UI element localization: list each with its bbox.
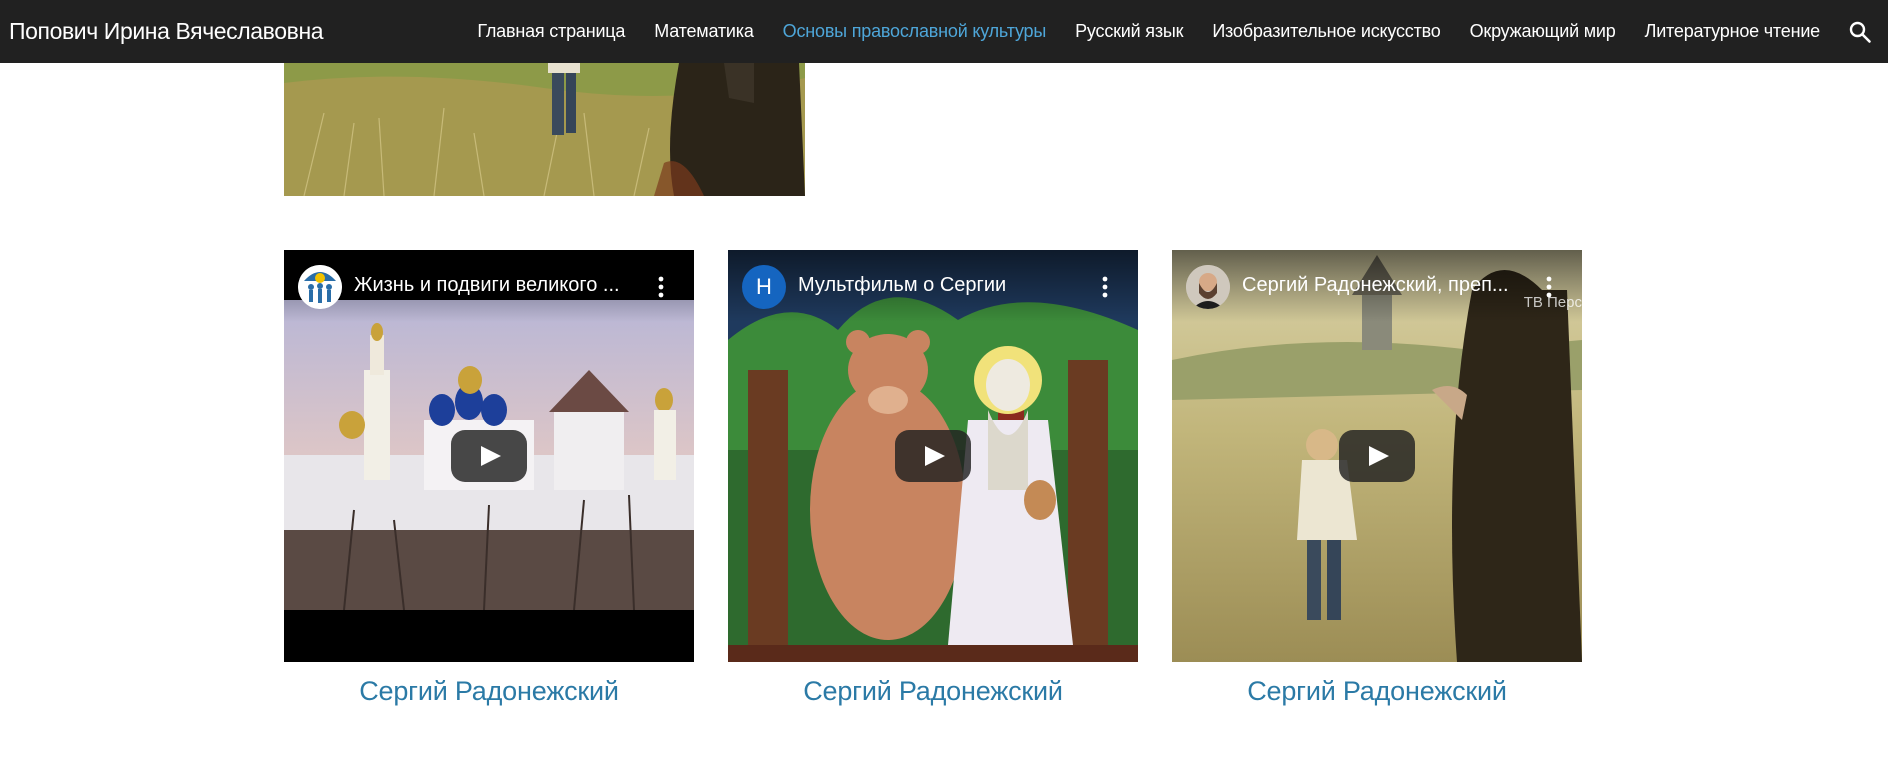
play-button-1[interactable] <box>451 430 527 482</box>
channel-avatar-2[interactable]: Н <box>742 265 786 309</box>
nav-item-home[interactable]: Главная страница <box>477 21 625 42</box>
play-icon <box>481 446 501 466</box>
more-options-icon[interactable] <box>1102 276 1108 298</box>
video-title-3[interactable]: Сергий Радонежский, преп... <box>1242 274 1527 297</box>
top-navigation-bar: Попович Ирина Вячеславовна Главная стран… <box>0 0 1888 63</box>
play-icon <box>925 446 945 466</box>
video-title-2[interactable]: Мультфильм о Сергии <box>798 274 1083 297</box>
play-icon <box>1369 446 1389 466</box>
video-caption-link-2[interactable]: Сергий Радонежский <box>728 676 1138 707</box>
channel-photo-icon <box>1186 265 1230 309</box>
nav-item-russian[interactable]: Русский язык <box>1075 21 1183 42</box>
channel-avatar-letter: Н <box>756 274 772 299</box>
play-button-3[interactable] <box>1339 430 1415 482</box>
video-player-3[interactable]: ТВ Перс Сергий Радонежский, преп... <box>1172 250 1582 662</box>
video-caption-link-1[interactable]: Сергий Радонежский <box>284 676 694 707</box>
main-nav: Главная страница Математика Основы право… <box>448 0 1820 63</box>
painting-image <box>284 63 805 196</box>
video-title-1[interactable]: Жизнь и подвиги великого ... <box>354 274 639 297</box>
channel-avatar-3[interactable] <box>1186 265 1230 309</box>
nav-item-world[interactable]: Окружающий мир <box>1470 21 1616 42</box>
nav-item-literature[interactable]: Литературное чтение <box>1645 21 1821 42</box>
more-options-icon[interactable] <box>658 276 664 298</box>
more-options-icon[interactable] <box>1546 276 1552 298</box>
channel-avatar-1[interactable] <box>298 265 342 309</box>
video-caption-link-3[interactable]: Сергий Радонежский <box>1172 676 1582 707</box>
site-title[interactable]: Попович Ирина Вячеславовна <box>9 0 324 63</box>
nav-item-orthodox-culture[interactable]: Основы православной культуры <box>783 21 1047 42</box>
play-button-2[interactable] <box>895 430 971 482</box>
nav-item-math[interactable]: Математика <box>654 21 754 42</box>
tv-watermark: ТВ Перс <box>1523 294 1582 311</box>
nav-item-art[interactable]: Изобразительное искусство <box>1212 21 1440 42</box>
channel-logo-icon <box>298 265 342 309</box>
video-player-1[interactable]: Жизнь и подвиги великого ... <box>284 250 694 662</box>
video-player-2[interactable]: Н Мультфильм о Сергии <box>728 250 1138 662</box>
search-icon[interactable] <box>1848 20 1872 44</box>
